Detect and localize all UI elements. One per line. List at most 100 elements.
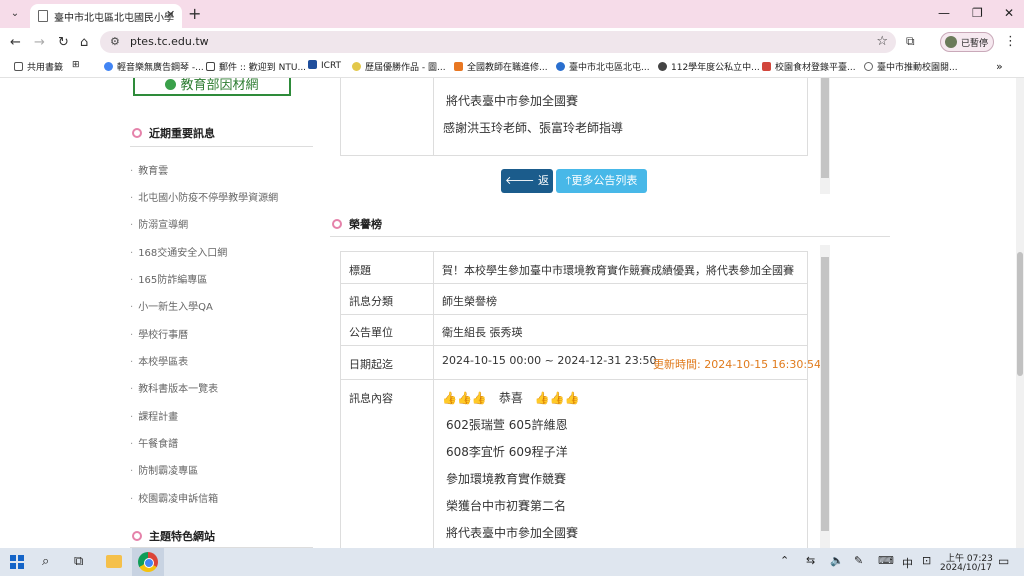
- chrome-icon[interactable]: [138, 552, 158, 572]
- honor-roll-heading: 榮譽榜: [332, 216, 382, 232]
- folder-icon: [14, 62, 23, 71]
- profile-button[interactable]: 已暫停: [940, 32, 994, 52]
- extensions-icon[interactable]: ⧉: [906, 34, 915, 49]
- browser-tab[interactable]: 臺中市北屯區北屯國民小學 ✕: [30, 4, 182, 28]
- reload-icon[interactable]: ↻: [58, 35, 69, 50]
- bookmark-item[interactable]: 共用書籤: [14, 60, 63, 73]
- search-icon[interactable]: ⌕: [42, 554, 49, 569]
- sidebar-link[interactable]: 學校行事曆: [130, 326, 188, 341]
- bookmark-item[interactable]: 全國教師在職進修...: [454, 60, 548, 73]
- bookmark-item[interactable]: 輕音樂無廣告鋼琴 -...: [104, 60, 204, 73]
- site-icon: [762, 62, 771, 71]
- task-view-icon[interactable]: ⧉: [74, 554, 83, 569]
- announcement-detail-table: 標題 賀！本校學生參加臺中市環境教育實作競賽成績優異，將代表參加全國賽 訊息分類…: [340, 251, 821, 548]
- apps-grid-icon[interactable]: ⊞: [72, 60, 80, 70]
- table-row: 日期起迄 2024-10-15 00:00 ~ 2024-12-31 23:50…: [341, 346, 821, 380]
- scroll-thumb[interactable]: [1017, 252, 1023, 376]
- scroll-thumb[interactable]: [821, 257, 829, 531]
- address-bar[interactable]: ⚙ ptes.tc.edu.tw ☆: [100, 31, 896, 53]
- back-button[interactable]: 🡐 返回: [501, 169, 553, 211]
- site-info-icon[interactable]: ⚙: [110, 35, 120, 48]
- arrow-left-icon: 🡐: [505, 174, 538, 187]
- sidebar-link[interactable]: 北屯國小防疫不停學教學資源網: [130, 189, 278, 204]
- icrt-icon: [308, 60, 317, 69]
- notifications-icon[interactable]: ▭: [998, 554, 1009, 568]
- bookmark-item[interactable]: 校園食材登錄平臺...: [762, 60, 856, 73]
- bookmark-item[interactable]: 臺中市北屯區北屯...: [556, 60, 650, 73]
- url-text[interactable]: ptes.tc.edu.tw: [130, 35, 209, 48]
- google-icon: [104, 62, 113, 71]
- minimize-icon[interactable]: —: [938, 6, 950, 20]
- announcement-title: 賀！本校學生參加臺中市環境教育實作競賽成績優異，將代表參加全國賽: [442, 264, 794, 277]
- theme-sites-heading: 主題特色網站: [132, 528, 215, 544]
- new-tab-icon[interactable]: +: [188, 4, 201, 23]
- ime-mode-icon[interactable]: ⊡: [922, 554, 931, 567]
- content-line: 將代表臺中市參加全國賽: [446, 94, 579, 108]
- page-favicon-icon: [38, 10, 48, 22]
- divider: [130, 146, 313, 147]
- sidebar-link[interactable]: 課程計畫: [130, 408, 178, 423]
- sidebar-link[interactable]: 午餐食譜: [130, 435, 178, 450]
- bookmark-item[interactable]: ICRT: [308, 60, 341, 71]
- bookmark-item[interactable]: 歷屆優勝作品 - 圖...: [352, 60, 446, 73]
- sidebar-link[interactable]: 校園霸凌申訴信箱: [130, 490, 218, 505]
- row-label: 訊息分類: [349, 295, 393, 308]
- circle-bullet-icon: [332, 219, 342, 229]
- content-line: 參加環境教育實作競賽: [446, 472, 567, 486]
- file-explorer-icon[interactable]: [106, 555, 122, 568]
- updated-time: 更新時間: 2024-10-15 16:30:54: [653, 358, 822, 371]
- clock-date[interactable]: 2024/10/17: [940, 563, 992, 573]
- network-icon[interactable]: ⇆: [806, 554, 815, 567]
- more-announcements-button[interactable]: 🡑更多公告列表: [556, 169, 647, 193]
- scroll-thumb[interactable]: [821, 78, 829, 178]
- table-row: 公告單位 衛生組長 張秀瑛: [341, 315, 807, 346]
- home-icon[interactable]: ⌂: [80, 35, 88, 50]
- more-bookmarks-icon[interactable]: »: [996, 60, 1003, 73]
- row-label: 標題: [349, 264, 371, 277]
- sidebar-link[interactable]: 防溺宣導網: [130, 216, 188, 231]
- volume-icon[interactable]: 🔈: [830, 554, 844, 567]
- content-line: 將代表臺中市參加全國賽: [446, 526, 579, 540]
- previous-announcement-content: 將代表臺中市參加全國賽 感謝洪玉玲老師、張富玲老師指導: [340, 78, 808, 156]
- windows-start-icon[interactable]: [10, 555, 24, 569]
- sidebar-link[interactable]: 165防詐編專區: [130, 271, 207, 286]
- row-label: 公告單位: [349, 326, 393, 339]
- more-menu-icon[interactable]: ⋮: [1004, 34, 1017, 49]
- bookmark-star-icon[interactable]: ☆: [876, 34, 888, 49]
- forward-arrow-icon[interactable]: →: [34, 35, 45, 50]
- sidebar-link[interactable]: 168交通安全入口網: [130, 244, 227, 259]
- table-row: 標題 賀！本校學生參加臺中市環境教育實作競賽成績優異，將代表參加全國賽: [341, 252, 807, 284]
- bookmarks-bar: 共用書籤 ⊞ 輕音樂無廣告鋼琴 -... 郵件 :: 歡迎到 NTU... IC…: [0, 56, 1024, 78]
- sidebar-link[interactable]: 小一新生入學QA: [130, 298, 213, 313]
- tab-search-icon[interactable]: ⌄: [6, 5, 24, 23]
- recent-news-heading: 近期重要訊息: [132, 125, 215, 141]
- keyboard-icon[interactable]: ⌨: [878, 554, 894, 567]
- content-line: 👍👍👍 恭喜 👍👍👍: [442, 391, 580, 405]
- upper-scrollbar[interactable]: [820, 78, 830, 194]
- toolbar: ← → ↻ ⌂ ⚙ ptes.tc.edu.tw ☆ ⧉ 已暫停 ⋮: [0, 28, 1024, 56]
- restore-icon[interactable]: ❐: [972, 6, 983, 20]
- site-icon: [864, 62, 873, 71]
- sidebar-link[interactable]: 防制霸凌專區: [130, 462, 198, 477]
- avatar: [945, 36, 957, 48]
- school-icon: [556, 62, 565, 71]
- page-scrollbar[interactable]: [1016, 78, 1024, 548]
- bookmark-item[interactable]: 郵件 :: 歡迎到 NTU...: [206, 60, 306, 73]
- logo-icon: [165, 79, 177, 90]
- sidebar-link[interactable]: 教育雲: [130, 162, 168, 177]
- ime-indicator[interactable]: 中: [902, 555, 913, 571]
- show-hidden-icons-icon[interactable]: ⌃: [780, 554, 789, 567]
- bookmark-item[interactable]: 臺中市推動校園閱...: [864, 60, 958, 73]
- bookmark-item[interactable]: 112學年度公私立中...: [658, 60, 760, 73]
- sidebar-link[interactable]: 教科書版本一覽表: [130, 380, 218, 395]
- web-page: 教育部因材網 近期重要訊息 教育雲 北屯國小防疫不停學教學資源網 防溺宣導網 1…: [0, 78, 1024, 548]
- content-line: 608李宜忻 609程子洋: [446, 445, 568, 459]
- edu-adaptive-banner[interactable]: 教育部因材網: [133, 78, 291, 96]
- close-window-icon[interactable]: ✕: [1004, 6, 1014, 20]
- sidebar-link[interactable]: 本校學區表: [130, 353, 188, 368]
- pen-icon[interactable]: ✎: [854, 554, 863, 567]
- profile-status: 已暫停: [961, 39, 989, 49]
- back-arrow-icon[interactable]: ←: [10, 35, 21, 50]
- detail-scrollbar[interactable]: [820, 245, 830, 548]
- close-tab-icon[interactable]: ✕: [166, 8, 175, 21]
